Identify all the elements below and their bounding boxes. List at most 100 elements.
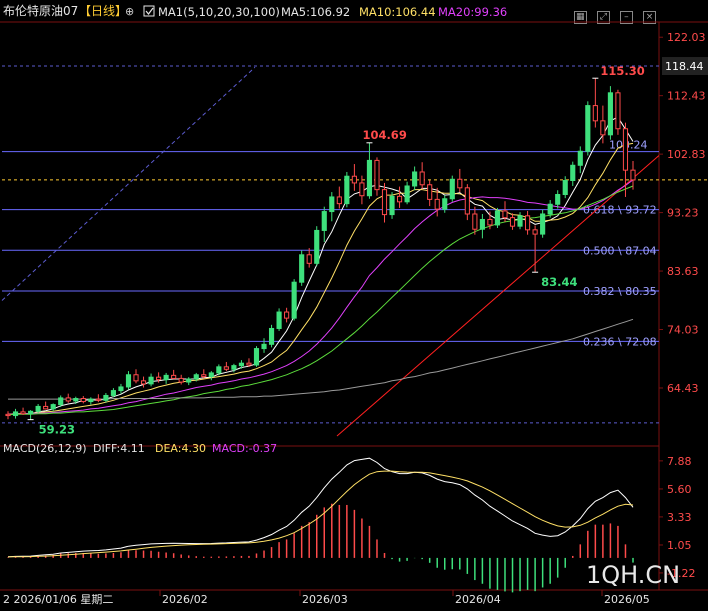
fib-level-label: 103.24 <box>609 139 648 152</box>
ma-line-ma20 <box>8 179 634 415</box>
candle-body <box>351 175 357 184</box>
candle-body <box>427 184 433 200</box>
annotation-label: 104.69 <box>362 128 406 142</box>
macd-tick-label: 5.60 <box>667 483 692 496</box>
x-tick-label: 2026/03 <box>302 593 348 606</box>
candle-body <box>238 362 245 367</box>
date-label: 2 2026/01/06 星期二 <box>3 593 113 606</box>
candle-body <box>88 398 94 403</box>
candle-body <box>562 180 568 196</box>
fib-level-label: 0.618 \ 93.72 <box>583 204 657 217</box>
candle-body <box>366 159 373 197</box>
candle-body <box>163 374 169 381</box>
candle-body <box>20 411 26 415</box>
ma-line-ma5 <box>7 116 634 415</box>
candle-body <box>80 398 86 403</box>
candle-body <box>58 397 64 406</box>
macd-hist-value: MACD:-0.37 <box>212 442 277 455</box>
candle-body <box>284 311 290 319</box>
candle-body <box>299 254 305 283</box>
watermark: 1QH.CN <box>586 561 680 589</box>
candle-body <box>118 386 124 392</box>
candle-body <box>35 405 41 412</box>
macd-dea-line <box>7 470 634 558</box>
candle-body <box>140 380 147 385</box>
candle-body <box>208 372 214 378</box>
fib-level-label: 0.236 \ 72.08 <box>583 335 657 348</box>
ma-line-ma100 <box>8 318 634 400</box>
macd-tick-label: 3.33 <box>667 511 692 524</box>
candle-body <box>231 365 237 370</box>
ma-line-ma10 <box>7 142 634 415</box>
candle-body <box>73 398 79 402</box>
candle-body <box>148 376 154 385</box>
candle-body <box>5 413 11 417</box>
candle-body <box>509 217 516 227</box>
candle-body <box>12 411 19 417</box>
candle-body <box>622 128 629 171</box>
y-tick-label: 112.43 <box>667 90 706 103</box>
candle-body <box>464 187 470 215</box>
candle-body <box>389 195 395 216</box>
candle-body <box>592 105 598 122</box>
candle-body <box>95 398 101 401</box>
candle-body <box>419 171 425 186</box>
candle-body <box>246 362 252 366</box>
candle-body <box>434 198 440 210</box>
candle-body <box>193 374 199 380</box>
candle-body <box>396 195 403 203</box>
y-tick-label: 102.83 <box>667 148 706 161</box>
candle-body <box>600 120 606 136</box>
candle-body <box>577 150 583 166</box>
candle-body <box>555 194 561 205</box>
candle-body <box>133 374 139 382</box>
candle-body <box>65 397 71 402</box>
annotation-label: 83.44 <box>541 275 577 289</box>
y-tick-label: 64.43 <box>667 382 699 395</box>
candle-body <box>156 376 162 381</box>
candle-body <box>525 215 531 231</box>
candle-body <box>479 218 485 230</box>
macd-tick-label: 7.88 <box>667 455 692 468</box>
candle-body <box>547 203 553 215</box>
candle-body <box>43 405 49 410</box>
candle-body <box>457 178 463 189</box>
candle-body <box>494 210 501 226</box>
candle-body <box>359 182 365 197</box>
candle-body <box>570 164 576 182</box>
candle-body <box>517 215 523 227</box>
candle-body <box>344 175 350 205</box>
candle-body <box>201 374 207 378</box>
candle-body <box>125 374 132 388</box>
fib-level-label: 0.382 \ 80.35 <box>583 285 657 298</box>
macd-tick-label: 1.05 <box>667 539 692 552</box>
candle-body <box>412 171 418 187</box>
y-tick-label: 83.63 <box>667 265 699 278</box>
annotation-label: 59.23 <box>39 423 75 437</box>
candle-body <box>615 92 621 130</box>
candle-body <box>103 394 109 401</box>
candle-body <box>502 210 508 219</box>
fib-level-label: 0.500 \ 87.04 <box>583 244 657 257</box>
candle-body <box>532 229 538 235</box>
candle-body <box>442 198 448 210</box>
x-tick-label: 2026/05 <box>604 593 650 606</box>
x-tick-label: 2026/04 <box>455 593 501 606</box>
candle-body <box>336 196 342 205</box>
candle-body <box>50 404 56 410</box>
candle-body <box>472 213 478 230</box>
candle-body <box>261 343 267 350</box>
candle-body <box>223 366 229 370</box>
y-tick-label: 93.23 <box>667 207 699 220</box>
candle-body <box>585 105 591 152</box>
y-tick-label: 74.03 <box>667 324 699 337</box>
candle-body <box>540 213 546 235</box>
candlestick-chart[interactable]: 122.03 112.43 102.83 93.23 83.63 74.03 64.43 10… <box>0 0 708 611</box>
candle-body <box>28 410 34 415</box>
annotation-label: 115.30 <box>600 64 644 78</box>
candle-body <box>268 327 275 345</box>
candle-body <box>276 311 282 329</box>
candle-body <box>291 281 297 319</box>
candle-body <box>306 254 312 264</box>
candle-body <box>171 374 177 379</box>
